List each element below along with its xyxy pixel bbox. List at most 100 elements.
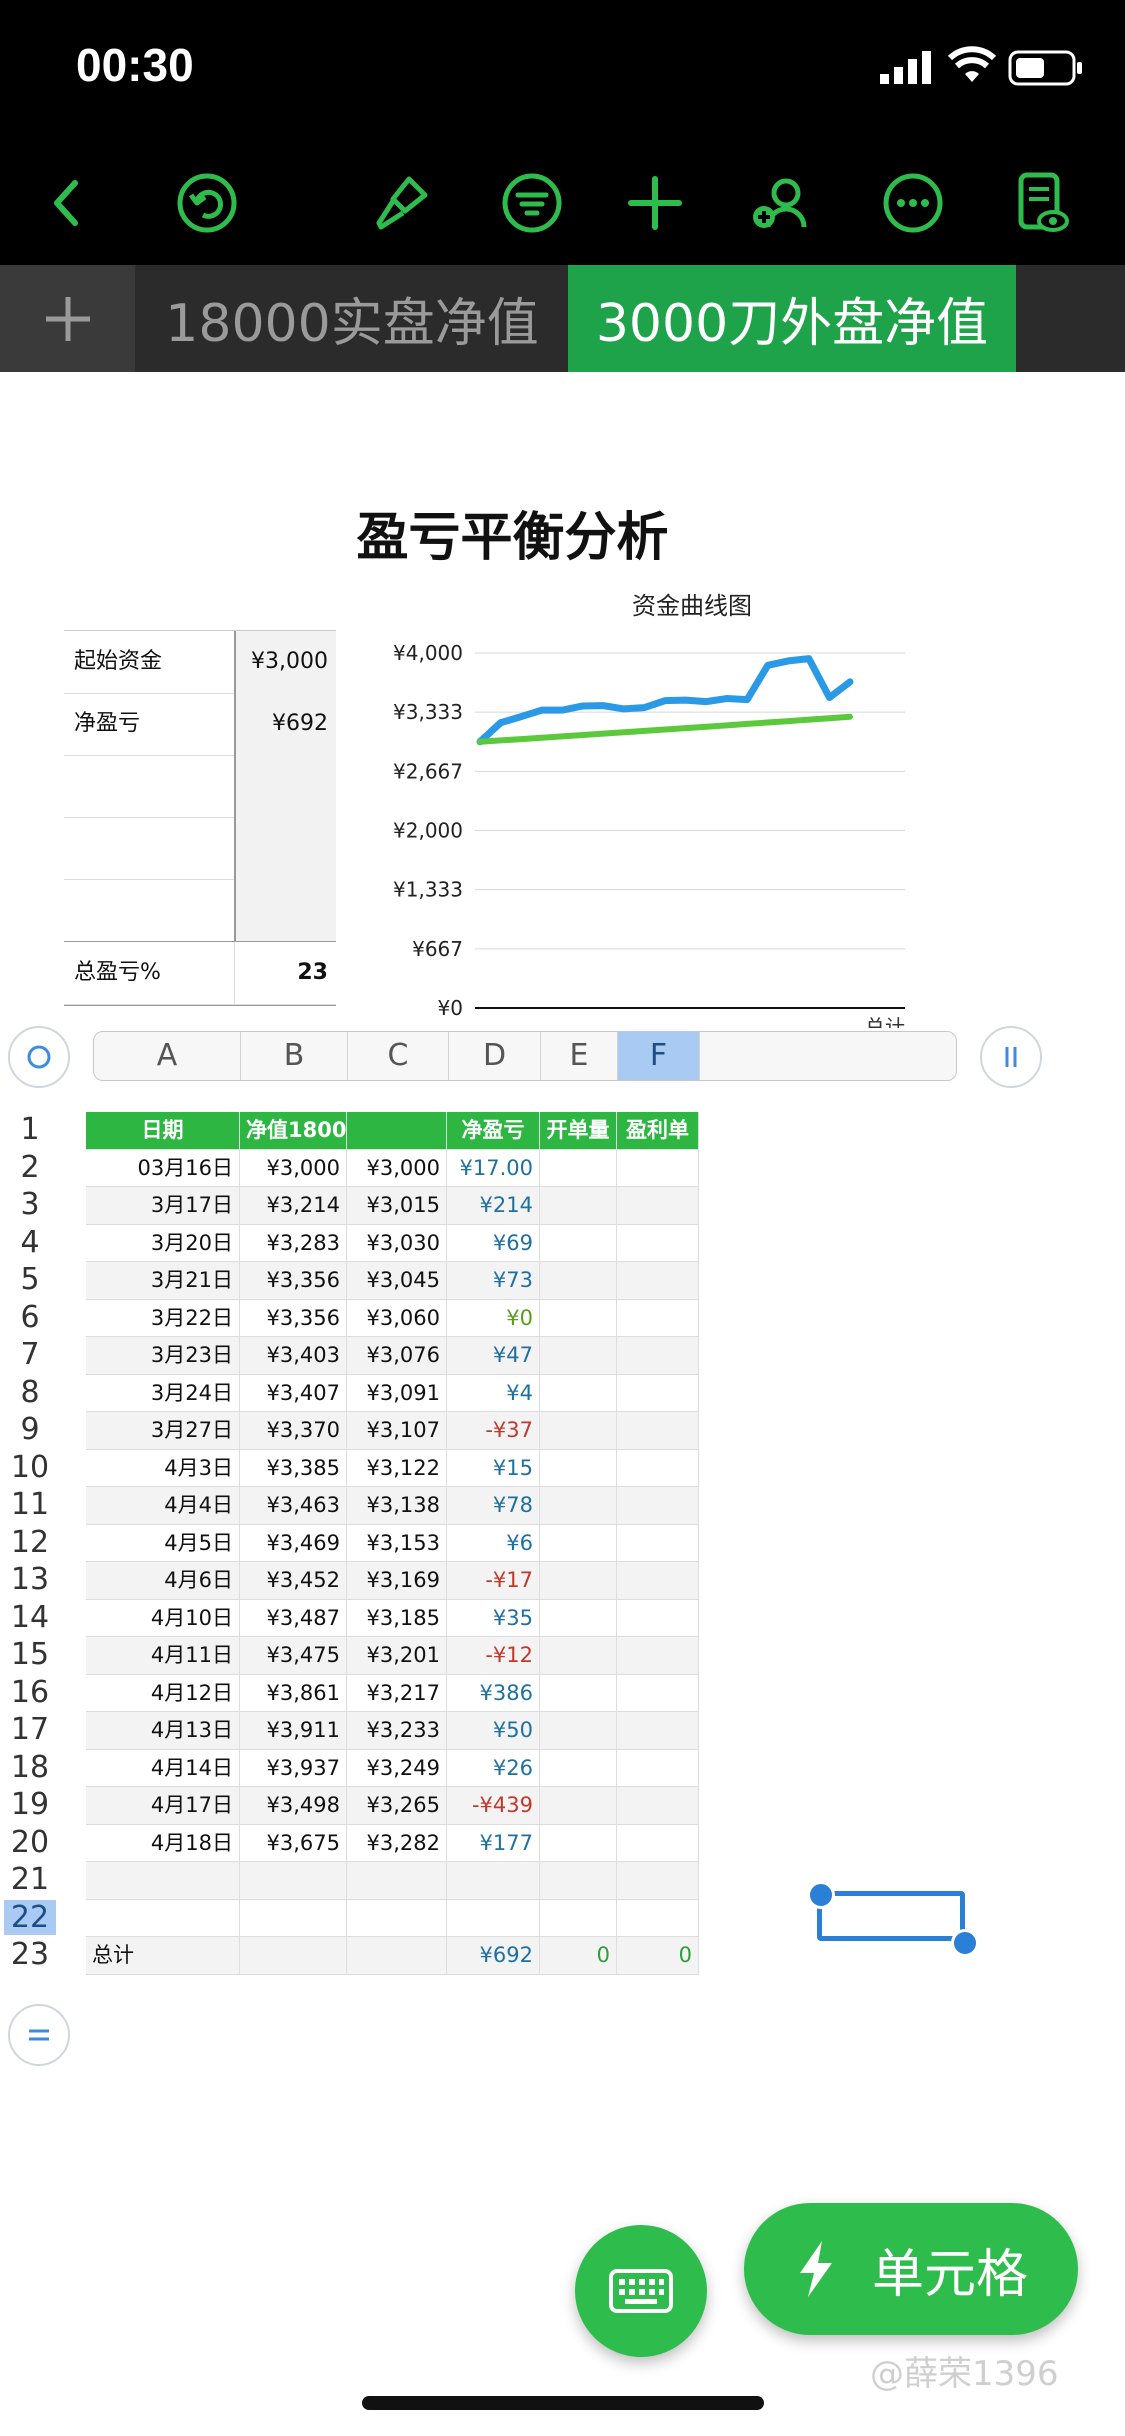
table-cell[interactable] [540,1862,617,1900]
table-cell[interactable]: 4月6日 [86,1562,240,1600]
total-cell[interactable]: ¥692 [447,1937,540,1975]
table-cell[interactable] [540,1787,617,1825]
header-cell[interactable] [347,1112,447,1150]
header-cell[interactable]: 日期 [86,1112,240,1150]
table-cell[interactable]: ¥3,201 [347,1637,447,1675]
table-cell[interactable]: ¥3,282 [347,1824,447,1862]
table-cell[interactable]: 4月13日 [86,1712,240,1750]
table-cell[interactable]: ¥6 [447,1524,540,1562]
table-cell[interactable] [617,1187,699,1225]
organize-button[interactable] [487,140,577,265]
row-header[interactable]: 12 [4,1525,56,1560]
table-cell[interactable] [617,1899,699,1937]
table-cell[interactable] [540,1149,617,1187]
cell-format-button[interactable]: 单元格 [744,2203,1078,2335]
table-cell[interactable]: ¥177 [447,1824,540,1862]
table-cell[interactable]: 4月4日 [86,1487,240,1525]
table-cell[interactable]: ¥3,283 [240,1224,347,1262]
row-header[interactable]: 4 [4,1225,56,1260]
table-cell[interactable]: 3月27日 [86,1412,240,1450]
table-cell[interactable]: ¥3,498 [240,1787,347,1825]
table-cell[interactable]: ¥3,138 [347,1487,447,1525]
table-cell[interactable] [540,1712,617,1750]
table-cell[interactable] [447,1899,540,1937]
row-header[interactable]: 17 [4,1712,56,1747]
table-cell[interactable]: ¥15 [447,1449,540,1487]
undo-button[interactable] [162,140,252,265]
total-cell[interactable]: 0 [617,1937,699,1975]
table-cell[interactable]: ¥73 [447,1262,540,1300]
table-cell[interactable]: 4月5日 [86,1524,240,1562]
table-cell[interactable] [540,1412,617,1450]
row-header[interactable]: 18 [4,1750,56,1785]
column-header-c[interactable]: C [348,1032,449,1080]
table-cell[interactable]: 4月14日 [86,1749,240,1787]
table-cell[interactable]: ¥386 [447,1674,540,1712]
table-cell[interactable]: -¥37 [447,1412,540,1450]
table-cell[interactable] [617,1262,699,1300]
table-cell[interactable]: ¥3,045 [347,1262,447,1300]
column-header-d[interactable]: D [449,1032,541,1080]
column-header-f[interactable]: F [618,1032,700,1080]
row-header[interactable]: 1 [4,1112,56,1147]
table-cell[interactable]: 4月12日 [86,1674,240,1712]
table-cell[interactable] [540,1674,617,1712]
row-header[interactable]: 6 [4,1300,56,1335]
table-cell[interactable] [86,1899,240,1937]
table-cell[interactable] [617,1862,699,1900]
tab-sheet1[interactable]: 18000实盘净值 [137,265,567,372]
table-cell[interactable] [540,1599,617,1637]
table-cell[interactable]: ¥3,122 [347,1449,447,1487]
table-cell[interactable] [540,1262,617,1300]
table-cell[interactable]: ¥3,356 [240,1262,347,1300]
summary-row[interactable]: 起始资金 ¥3,000 [64,631,336,694]
table-cell[interactable] [617,1374,699,1412]
row-header[interactable]: 8 [4,1375,56,1410]
table-cell[interactable]: -¥12 [447,1637,540,1675]
table-cell[interactable]: ¥4 [447,1374,540,1412]
table-cell[interactable]: ¥214 [447,1187,540,1225]
row-header[interactable]: 10 [4,1450,56,1485]
table-cell[interactable] [617,1487,699,1525]
table-cell[interactable] [540,1899,617,1937]
table-cell[interactable] [617,1299,699,1337]
row-header[interactable]: 14 [4,1600,56,1635]
table-cell[interactable]: ¥3,463 [240,1487,347,1525]
table-cell[interactable]: 4月10日 [86,1599,240,1637]
select-table-button[interactable] [8,1026,70,1088]
add-column-handle[interactable] [980,1026,1042,1088]
summary-row[interactable] [64,817,336,880]
row-header[interactable]: 2 [4,1150,56,1185]
table-cell[interactable] [447,1862,540,1900]
table-cell[interactable]: ¥47 [447,1337,540,1375]
cell-selection-box[interactable] [817,1891,965,1941]
table-cell[interactable]: 3月24日 [86,1374,240,1412]
table-cell[interactable] [347,1862,447,1900]
table-cell[interactable]: ¥3,214 [240,1187,347,1225]
table-cell[interactable]: ¥17.00 [447,1149,540,1187]
table-cell[interactable] [617,1524,699,1562]
collaborate-button[interactable] [737,140,827,265]
table-cell[interactable]: ¥3,861 [240,1674,347,1712]
table-cell[interactable] [240,1862,347,1900]
format-brush-button[interactable] [356,140,446,265]
row-header[interactable]: 3 [4,1187,56,1222]
table-cell[interactable] [617,1412,699,1450]
row-header[interactable]: 20 [4,1825,56,1860]
table-cell[interactable]: -¥439 [447,1787,540,1825]
table-cell[interactable] [540,1524,617,1562]
table-cell[interactable]: ¥3,000 [347,1149,447,1187]
summary-row[interactable] [64,879,336,942]
total-cell[interactable]: 0 [540,1937,617,1975]
table-cell[interactable] [540,1299,617,1337]
table-cell[interactable]: -¥17 [447,1562,540,1600]
table-cell[interactable] [617,1674,699,1712]
row-header[interactable]: 22 [4,1899,56,1935]
table-cell[interactable] [540,1449,617,1487]
table-cell[interactable] [240,1899,347,1937]
table-cell[interactable]: ¥3,937 [240,1749,347,1787]
add-sheet-button[interactable] [0,265,135,372]
table-cell[interactable]: 4月11日 [86,1637,240,1675]
reading-view-button[interactable] [996,140,1086,265]
table-cell[interactable]: ¥3,233 [347,1712,447,1750]
